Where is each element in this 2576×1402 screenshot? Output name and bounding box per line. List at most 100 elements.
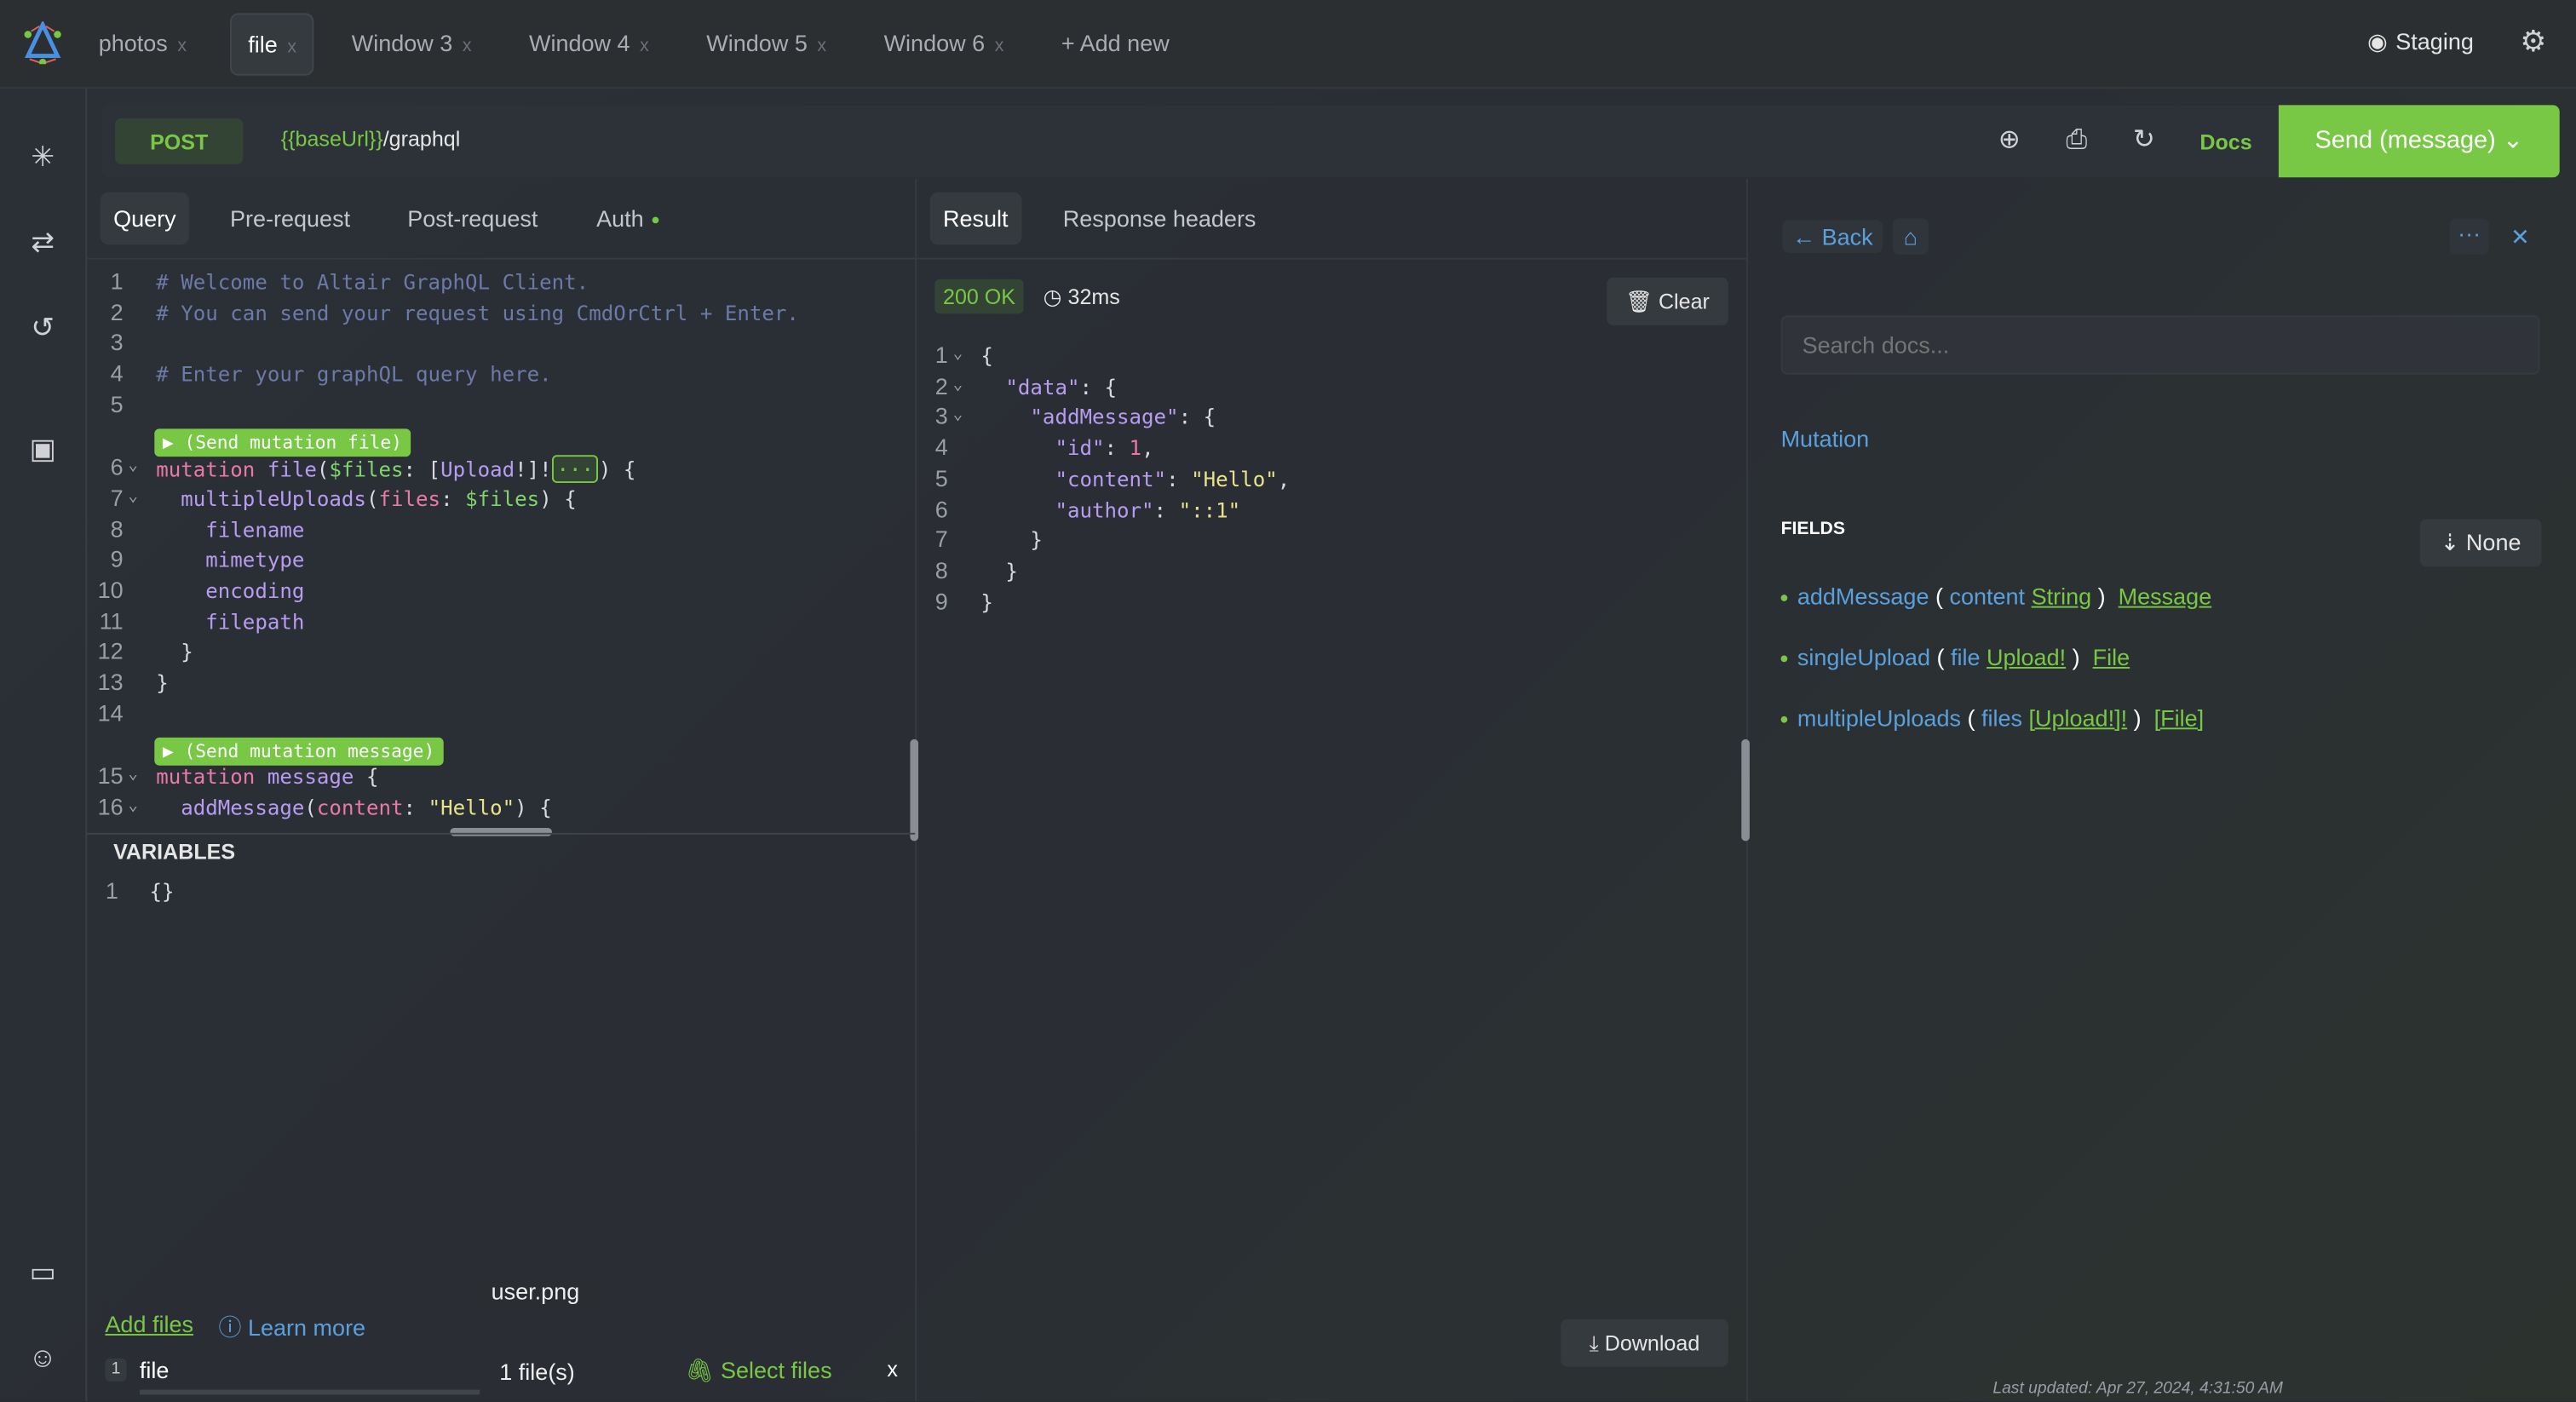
collections-briefcase-icon[interactable]: ▣ (23, 430, 62, 469)
docs-field-multipleUploads[interactable]: multipleUploads ( files [Upload!]! ) [Fi… (1780, 704, 2205, 731)
fold-chevron-icon[interactable]: ⌄ (953, 345, 963, 363)
code-token: filepath (156, 608, 305, 634)
line-number: 8 (934, 556, 948, 583)
code-token: !]! (515, 457, 552, 482)
select-files-button[interactable]: 🖇 Select files (685, 1357, 831, 1385)
docs-back-button[interactable]: ← Back (1782, 220, 1883, 253)
window-tab-window-6[interactable]: Window 6 x (867, 13, 1020, 72)
close-tab-icon[interactable]: x (640, 36, 649, 55)
code-line: # Enter your graphQL query here. (156, 361, 551, 386)
send-request-button[interactable]: Send (message) ⌄ (2278, 105, 2560, 178)
code-token: } (980, 558, 1018, 583)
run-operation-button[interactable]: ▶ (Send mutation message) (154, 736, 443, 765)
docs-more-icon[interactable]: ··· (2449, 218, 2489, 255)
fold-chevron-icon[interactable]: ⌄ (128, 488, 138, 506)
close-tab-icon[interactable]: x (995, 36, 1004, 55)
collapsed-args-badge[interactable]: ··· (551, 455, 599, 484)
code-token: ( (365, 486, 379, 511)
loader-icon[interactable]: ✳ (23, 138, 62, 177)
line-number: 2 (110, 298, 124, 325)
docs-button[interactable]: Docs (2199, 129, 2251, 154)
add-new-window-button[interactable]: + Add new (1045, 13, 1186, 72)
code-token: : (1153, 497, 1179, 522)
close-tab-icon[interactable]: x (287, 37, 296, 57)
code-token: files (378, 486, 441, 511)
file-variable-name-input[interactable]: file (139, 1357, 480, 1395)
field-name[interactable]: singleUpload (1797, 644, 1930, 670)
tab-result[interactable]: Result (929, 192, 1021, 245)
user-icon[interactable]: ☺ (23, 1339, 62, 1378)
window-tab-window-5[interactable]: Window 5 x (690, 13, 842, 72)
docs-field-singleUpload[interactable]: singleUpload ( file Upload! ) File (1780, 644, 2130, 670)
window-tab-photos[interactable]: photos x (82, 13, 203, 72)
tab-pre-request[interactable]: Pre-request (217, 192, 364, 245)
file-tooltip: user.png (471, 1271, 600, 1311)
environment-selector[interactable]: ◉ Staging (2367, 28, 2474, 56)
code-token: multipleUploads (156, 486, 366, 511)
url-input[interactable]: {{baseUrl}}/graphql (281, 126, 461, 151)
learn-more-link[interactable]: ⓘ Learn more (218, 1311, 365, 1344)
settings-gear-icon[interactable]: ⚙ (2520, 25, 2546, 59)
tab-query[interactable]: Query (100, 192, 190, 245)
field-name[interactable]: multipleUploads (1797, 704, 1961, 731)
code-line: mutation file($files: [Upload!]! ···) { (156, 455, 636, 484)
history-icon[interactable]: ↺ (23, 309, 62, 348)
close-tab-icon[interactable]: x (177, 36, 187, 55)
code-token: ) { (598, 457, 636, 482)
return-type-link[interactable]: [File] (2154, 704, 2205, 731)
window-tab-window-4[interactable]: Window 4 x (513, 13, 665, 72)
line-number: 7 (110, 484, 124, 511)
run-operation-button[interactable]: ▶ (Send mutation file) (154, 428, 411, 457)
tab-response-headers[interactable]: Response headers (1049, 192, 1269, 245)
response-time: ◷ 32ms (1044, 284, 1120, 311)
arg-type-link[interactable]: Upload! (1987, 644, 2066, 670)
code-line: } (980, 589, 993, 614)
close-tab-icon[interactable]: x (817, 36, 826, 55)
docs-home-icon[interactable]: ⌂ (1892, 218, 1929, 255)
fold-chevron-icon[interactable]: ⌄ (128, 796, 138, 814)
return-type-link[interactable]: File (2093, 644, 2130, 670)
add-files-link[interactable]: Add files (105, 1311, 193, 1337)
code-token: content (316, 795, 404, 820)
window-tab-file[interactable]: file x (229, 13, 315, 76)
docs-field-addMessage[interactable]: addMessage ( content String ) Message (1780, 583, 2212, 610)
http-method-select[interactable]: POST (114, 118, 244, 164)
add-query-icon[interactable]: ⊕ (1992, 125, 2026, 158)
download-label: Download (1604, 1330, 1700, 1356)
close-tab-icon[interactable]: x (463, 36, 472, 55)
docs-sort-button[interactable]: ⇣ None (2419, 519, 2542, 567)
docs-search-input[interactable] (1780, 315, 2540, 375)
arg-type-link[interactable]: [Upload!]! (2029, 704, 2128, 731)
variables-editor[interactable]: {} (149, 879, 174, 904)
paperclip-icon: 🖇 (685, 1356, 715, 1383)
switch-arrows-icon[interactable]: ⇄ (23, 223, 62, 262)
result-viewer[interactable]: 1 ⌄{2 ⌄ "data": {3 ⌄ "addMessage": {4 "id":… (918, 336, 1739, 665)
tab-post-request[interactable]: Post-request (394, 192, 551, 245)
field-name[interactable]: addMessage (1797, 583, 1929, 610)
download-file-icon[interactable]: ⎙ (2060, 125, 2093, 158)
code-token: message (267, 764, 366, 790)
fold-chevron-icon[interactable]: ⌄ (953, 406, 963, 424)
docs-type-link[interactable]: Mutation (1781, 425, 1870, 451)
fold-chevron-icon[interactable]: ⌄ (953, 376, 963, 394)
fold-chevron-icon[interactable]: ⌄ (128, 766, 138, 784)
download-result-button[interactable]: ⤓ Download (1561, 1319, 1728, 1367)
line-number: 15 (97, 762, 124, 790)
folder-icon[interactable]: ▭ (23, 1253, 62, 1292)
line-number: 1 (110, 267, 124, 295)
code-token: Upload (440, 457, 515, 482)
window-tab-bar: photos x file x Window 3 x Window 4 x Window 5x W… (0, 0, 2576, 89)
return-type-link[interactable]: Message (2119, 583, 2212, 610)
fold-chevron-icon[interactable]: ⌄ (128, 457, 138, 475)
query-editor-vertical-scrollbar[interactable] (910, 738, 919, 842)
query-editor[interactable]: 1 # Welcome to Altair GraphQL Client. 2 # Y… (87, 263, 915, 835)
result-scrollbar[interactable] (1741, 738, 1750, 842)
tab-auth[interactable]: Auth (584, 192, 672, 245)
docs-close-icon[interactable]: ✕ (2500, 218, 2539, 254)
code-token: "author" (980, 497, 1154, 522)
arg-type-link[interactable]: String (2032, 583, 2092, 610)
window-tab-window-3[interactable]: Window 3 x (335, 13, 487, 72)
clear-result-button[interactable]: 🗑 Clear (1607, 277, 1728, 325)
remove-file-button[interactable]: x (887, 1357, 898, 1382)
refresh-icon[interactable]: ↻ (2127, 125, 2160, 158)
